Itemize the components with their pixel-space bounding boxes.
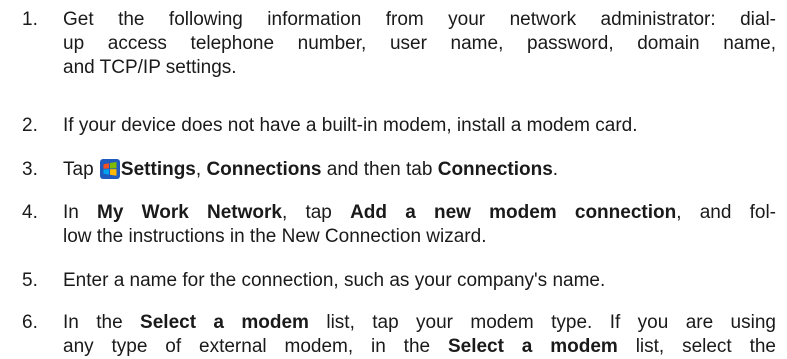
bold-term: My Work Network [97, 202, 282, 223]
text-line: If your device does not have a built-in … [63, 115, 638, 136]
step-text: In My Work Network, tap Add a new modem … [63, 201, 776, 249]
text-run: list, select the [617, 336, 777, 357]
text-line: Get the following information from your … [63, 9, 776, 30]
text-line: In My Work Network, tap Add a new modem … [63, 201, 776, 225]
bold-term: Add a new modem connection [350, 202, 677, 223]
text-run: list, tap your modem type. If you are us… [308, 312, 776, 333]
bold-term: Connections [206, 159, 322, 180]
text-run: Tap [63, 159, 99, 180]
text-line: low the instructions in the New Connecti… [63, 226, 487, 247]
step-number: 3. [22, 159, 38, 180]
step-text: Enter a name for the connection, such as… [63, 269, 776, 293]
text-run: , and fol- [676, 202, 776, 223]
text-line: any type of external modem, in the Selec… [63, 335, 776, 359]
text-line: Tap Settings, Connections and then tab C… [63, 158, 776, 182]
step-number: 6. [22, 312, 38, 333]
step-text: If your device does not have a built-in … [63, 114, 776, 138]
text-run: . [552, 159, 559, 180]
text-line: up access telephone number, user name, p… [63, 33, 776, 54]
text-run: , [195, 159, 207, 180]
step-number: 1. [22, 9, 38, 30]
bold-term: Settings [120, 159, 196, 180]
step-number: 5. [22, 270, 38, 291]
step-number: 4. [22, 202, 38, 223]
text-line: Enter a name for the connection, such as… [63, 270, 606, 291]
text-line: In the Select a modem list, tap your mod… [63, 311, 776, 335]
step-text: Tap Settings, Connections and then tab C… [63, 158, 776, 182]
text-run: , tap [281, 202, 351, 223]
text-line: and TCP/IP settings. [63, 57, 237, 78]
text-run: and then tab [321, 159, 438, 180]
text-run: In [63, 202, 98, 223]
step-text: Get the following information from your … [63, 8, 776, 80]
bold-term: Select a modem [140, 312, 309, 333]
step-text: In the Select a modem list, tap your mod… [63, 311, 776, 359]
bold-term: Select a modem [447, 336, 618, 357]
text-run: In the [63, 312, 141, 333]
text-run: any type of external modem, in the [63, 336, 448, 357]
bold-term: Connections [437, 159, 553, 180]
windows-start-icon [99, 159, 120, 179]
step-number: 2. [22, 115, 38, 136]
